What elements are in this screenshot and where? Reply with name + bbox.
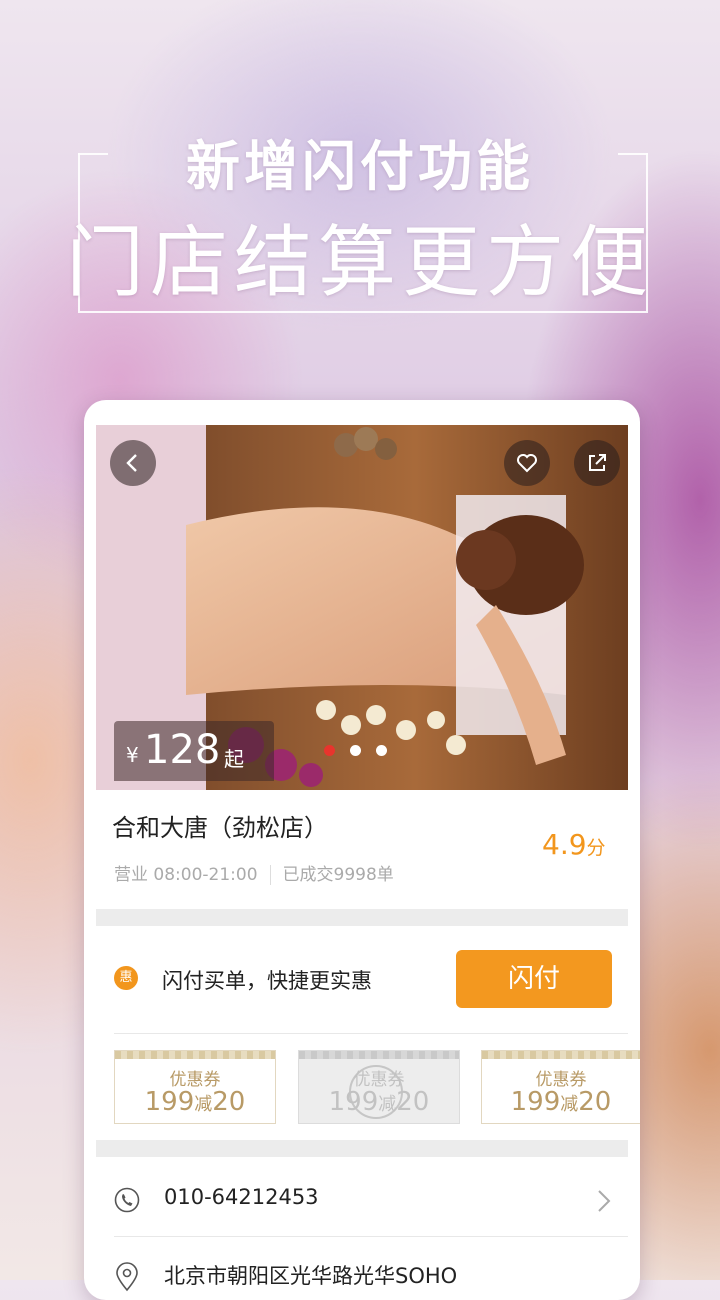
carousel-dot[interactable] <box>324 745 335 756</box>
carousel-dot[interactable] <box>350 745 361 756</box>
price-suffix: 起 <box>224 747 244 771</box>
divider <box>269 865 271 885</box>
discount-badge-icon: 惠 <box>114 966 138 990</box>
divider <box>114 1033 628 1034</box>
coupon-discount: 20 <box>578 1087 612 1117</box>
rating-value: 4.9 <box>542 828 587 861</box>
back-icon <box>126 454 137 472</box>
price-value: 128 <box>144 727 221 773</box>
phone-icon <box>114 1187 140 1213</box>
section-divider <box>96 1140 628 1157</box>
carousel-dot[interactable] <box>376 745 387 756</box>
phone-number: 010-64212453 <box>164 1185 319 1209</box>
divider <box>114 1236 628 1237</box>
share-button[interactable] <box>574 440 620 486</box>
coupon-threshold: 199 <box>144 1087 195 1117</box>
coupon-minus: 减 <box>560 1094 579 1115</box>
section-divider <box>96 909 628 926</box>
shop-name: 合和大唐（劲松店） <box>112 814 328 842</box>
coupon-threshold: 199 <box>328 1087 379 1117</box>
sold-count: 已成交9998单 <box>282 865 394 885</box>
chevron-right-icon <box>598 1190 611 1212</box>
coupon-amount: 199减20 <box>115 1087 275 1117</box>
coupon-band <box>115 1051 275 1059</box>
shop-photo[interactable]: ¥ 128 起 <box>96 425 628 790</box>
address-text: 北京市朝阳区光华路光华SOHO <box>164 1264 458 1288</box>
price-currency: ¥ <box>126 743 139 767</box>
coupon-minus: 减 <box>378 1094 397 1115</box>
headline-subtitle: 门店结算更方便 <box>65 218 654 308</box>
promo-text: 闪付买单，快捷更实惠 <box>162 969 372 993</box>
favorite-button[interactable] <box>504 440 550 486</box>
back-button[interactable] <box>110 440 156 486</box>
price-tag: ¥ 128 起 <box>114 721 274 781</box>
address-row[interactable]: 北京市朝阳区光华路光华SOHO <box>84 1238 640 1300</box>
shop-meta: 营业 08:00-21:00 已成交9998单 <box>114 860 394 885</box>
coupon-minus: 减 <box>194 1094 213 1115</box>
coupon-amount: 199减20 <box>482 1087 640 1117</box>
location-icon <box>116 1262 138 1292</box>
quick-pay-button[interactable]: 闪付 <box>456 950 612 1008</box>
coupon-band <box>299 1051 459 1059</box>
business-hours: 营业 08:00-21:00 <box>114 865 258 885</box>
rating-unit: 分 <box>586 837 606 859</box>
coupon-band <box>482 1051 640 1059</box>
hair-bun <box>456 530 516 590</box>
headline-title: 新增闪付功能 <box>186 135 534 198</box>
coupon-discount: 20 <box>212 1087 246 1117</box>
phone-mockup: ¥ 128 起 合和大唐（劲松店） 4.9分 营业 08:00-21:00 已成交… <box>84 400 640 1300</box>
heart-icon <box>517 454 537 473</box>
coupon-discount: 20 <box>396 1087 430 1117</box>
coupon-threshold: 199 <box>510 1087 561 1117</box>
coupon-card-used[interactable]: 优惠券 199减20 <box>298 1050 460 1124</box>
coupon-amount: 199减20 <box>299 1087 459 1117</box>
phone-row[interactable]: 010-64212453 <box>84 1163 640 1237</box>
flowers <box>316 700 466 755</box>
share-icon <box>589 454 606 471</box>
coupon-card[interactable]: 优惠券 199减20 <box>481 1050 640 1124</box>
shop-rating: 4.9分 <box>542 828 606 861</box>
coupon-card[interactable]: 优惠券 199减20 <box>114 1050 276 1124</box>
